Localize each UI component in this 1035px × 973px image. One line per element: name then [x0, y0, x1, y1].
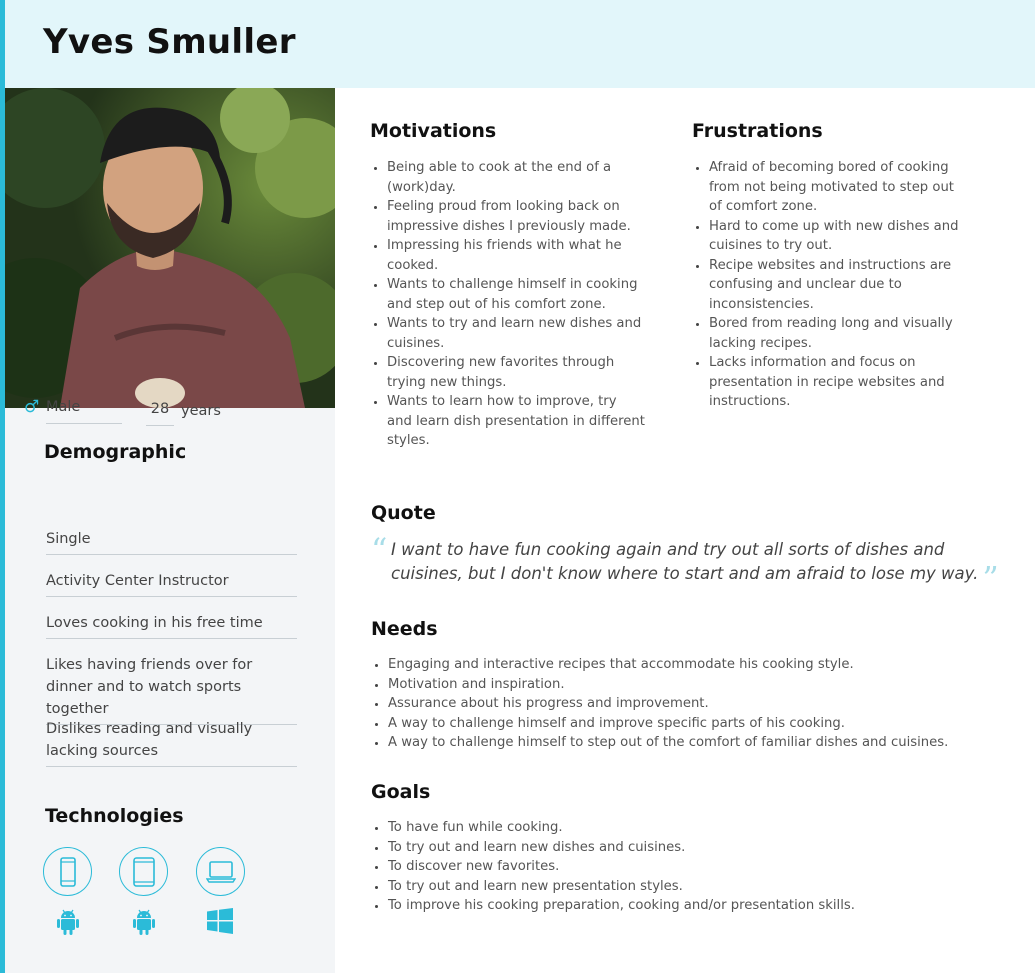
motivations-list: Being able to cook at the end of a (work…	[370, 158, 645, 451]
sidebar: Demographic ♂ Male 28 years Single Activ…	[5, 88, 335, 973]
list-item: To have fun while cooking.	[388, 818, 1011, 838]
gender-field: Male	[46, 397, 122, 424]
list-item: Lacks information and focus on presentat…	[709, 353, 967, 412]
goals-list: To have fun while cooking. To try out an…	[371, 818, 1011, 916]
quote: “ I want to have fun cooking again and t…	[371, 534, 1021, 594]
list-item: A way to challenge himself and improve s…	[388, 714, 1011, 734]
list-item: To try out and learn new presentation st…	[388, 877, 1011, 897]
persona-name: Yves Smuller	[43, 22, 296, 62]
open-quote-icon: “	[371, 531, 388, 569]
demographic-item: Single	[46, 528, 297, 555]
quote-text: I want to have fun cooking again and try…	[391, 540, 979, 583]
demographic-title: Demographic	[44, 441, 187, 463]
android-icon	[54, 907, 82, 935]
phone-icon	[43, 847, 92, 896]
list-item: Impressing his friends with what he cook…	[387, 236, 645, 275]
list-item: Afraid of becoming bored of cooking from…	[709, 158, 967, 217]
list-item: To improve his cooking preparation, cook…	[388, 896, 1011, 916]
needs-title: Needs	[371, 618, 438, 640]
windows-icon	[206, 907, 234, 935]
demographic-item: Likes having friends over for dinner and…	[46, 654, 297, 725]
list-item: To try out and learn new dishes and cuis…	[388, 838, 1011, 858]
list-item: Wants to challenge himself in cooking an…	[387, 275, 645, 314]
list-item: Feeling proud from looking back on impre…	[387, 197, 645, 236]
list-item: Engaging and interactive recipes that ac…	[388, 655, 1011, 675]
tablet-icon	[119, 847, 168, 896]
technologies-title: Technologies	[45, 805, 184, 827]
male-icon: ♂	[24, 397, 40, 417]
list-item: Hard to come up with new dishes and cuis…	[709, 217, 967, 256]
demographic-item: Dislikes reading and visually lacking so…	[46, 718, 297, 767]
frustrations-title: Frustrations	[692, 120, 823, 142]
age-unit: years	[181, 403, 221, 419]
list-item: Recipe websites and instructions are con…	[709, 256, 967, 315]
list-item: Wants to learn how to improve, try and l…	[387, 392, 645, 451]
persona-photo	[5, 88, 335, 408]
list-item: Being able to cook at the end of a (work…	[387, 158, 645, 197]
main-content: Motivations Being able to cook at the en…	[335, 88, 1035, 973]
list-item: Motivation and inspiration.	[388, 675, 1011, 695]
android-icon	[130, 907, 158, 935]
header: Yves Smuller	[5, 0, 1035, 88]
demographic-item: Activity Center Instructor	[46, 570, 297, 597]
list-item: Wants to try and learn new dishes and cu…	[387, 314, 645, 353]
motivations-title: Motivations	[370, 120, 497, 142]
age-field: 28	[146, 399, 174, 426]
list-item: Discovering new favorites through trying…	[387, 353, 645, 392]
list-item: To discover new favorites.	[388, 857, 1011, 877]
goals-title: Goals	[371, 781, 431, 803]
list-item: Assurance about his progress and improve…	[388, 694, 1011, 714]
demographic-item: Loves cooking in his free time	[46, 612, 297, 639]
quote-title: Quote	[371, 502, 436, 524]
list-item: Bored from reading long and visually lac…	[709, 314, 967, 353]
needs-list: Engaging and interactive recipes that ac…	[371, 655, 1011, 753]
list-item: A way to challenge himself to step out o…	[388, 733, 1011, 753]
frustrations-list: Afraid of becoming bored of cooking from…	[692, 158, 967, 412]
laptop-icon	[196, 847, 245, 896]
close-quote-icon: ”	[982, 559, 999, 597]
